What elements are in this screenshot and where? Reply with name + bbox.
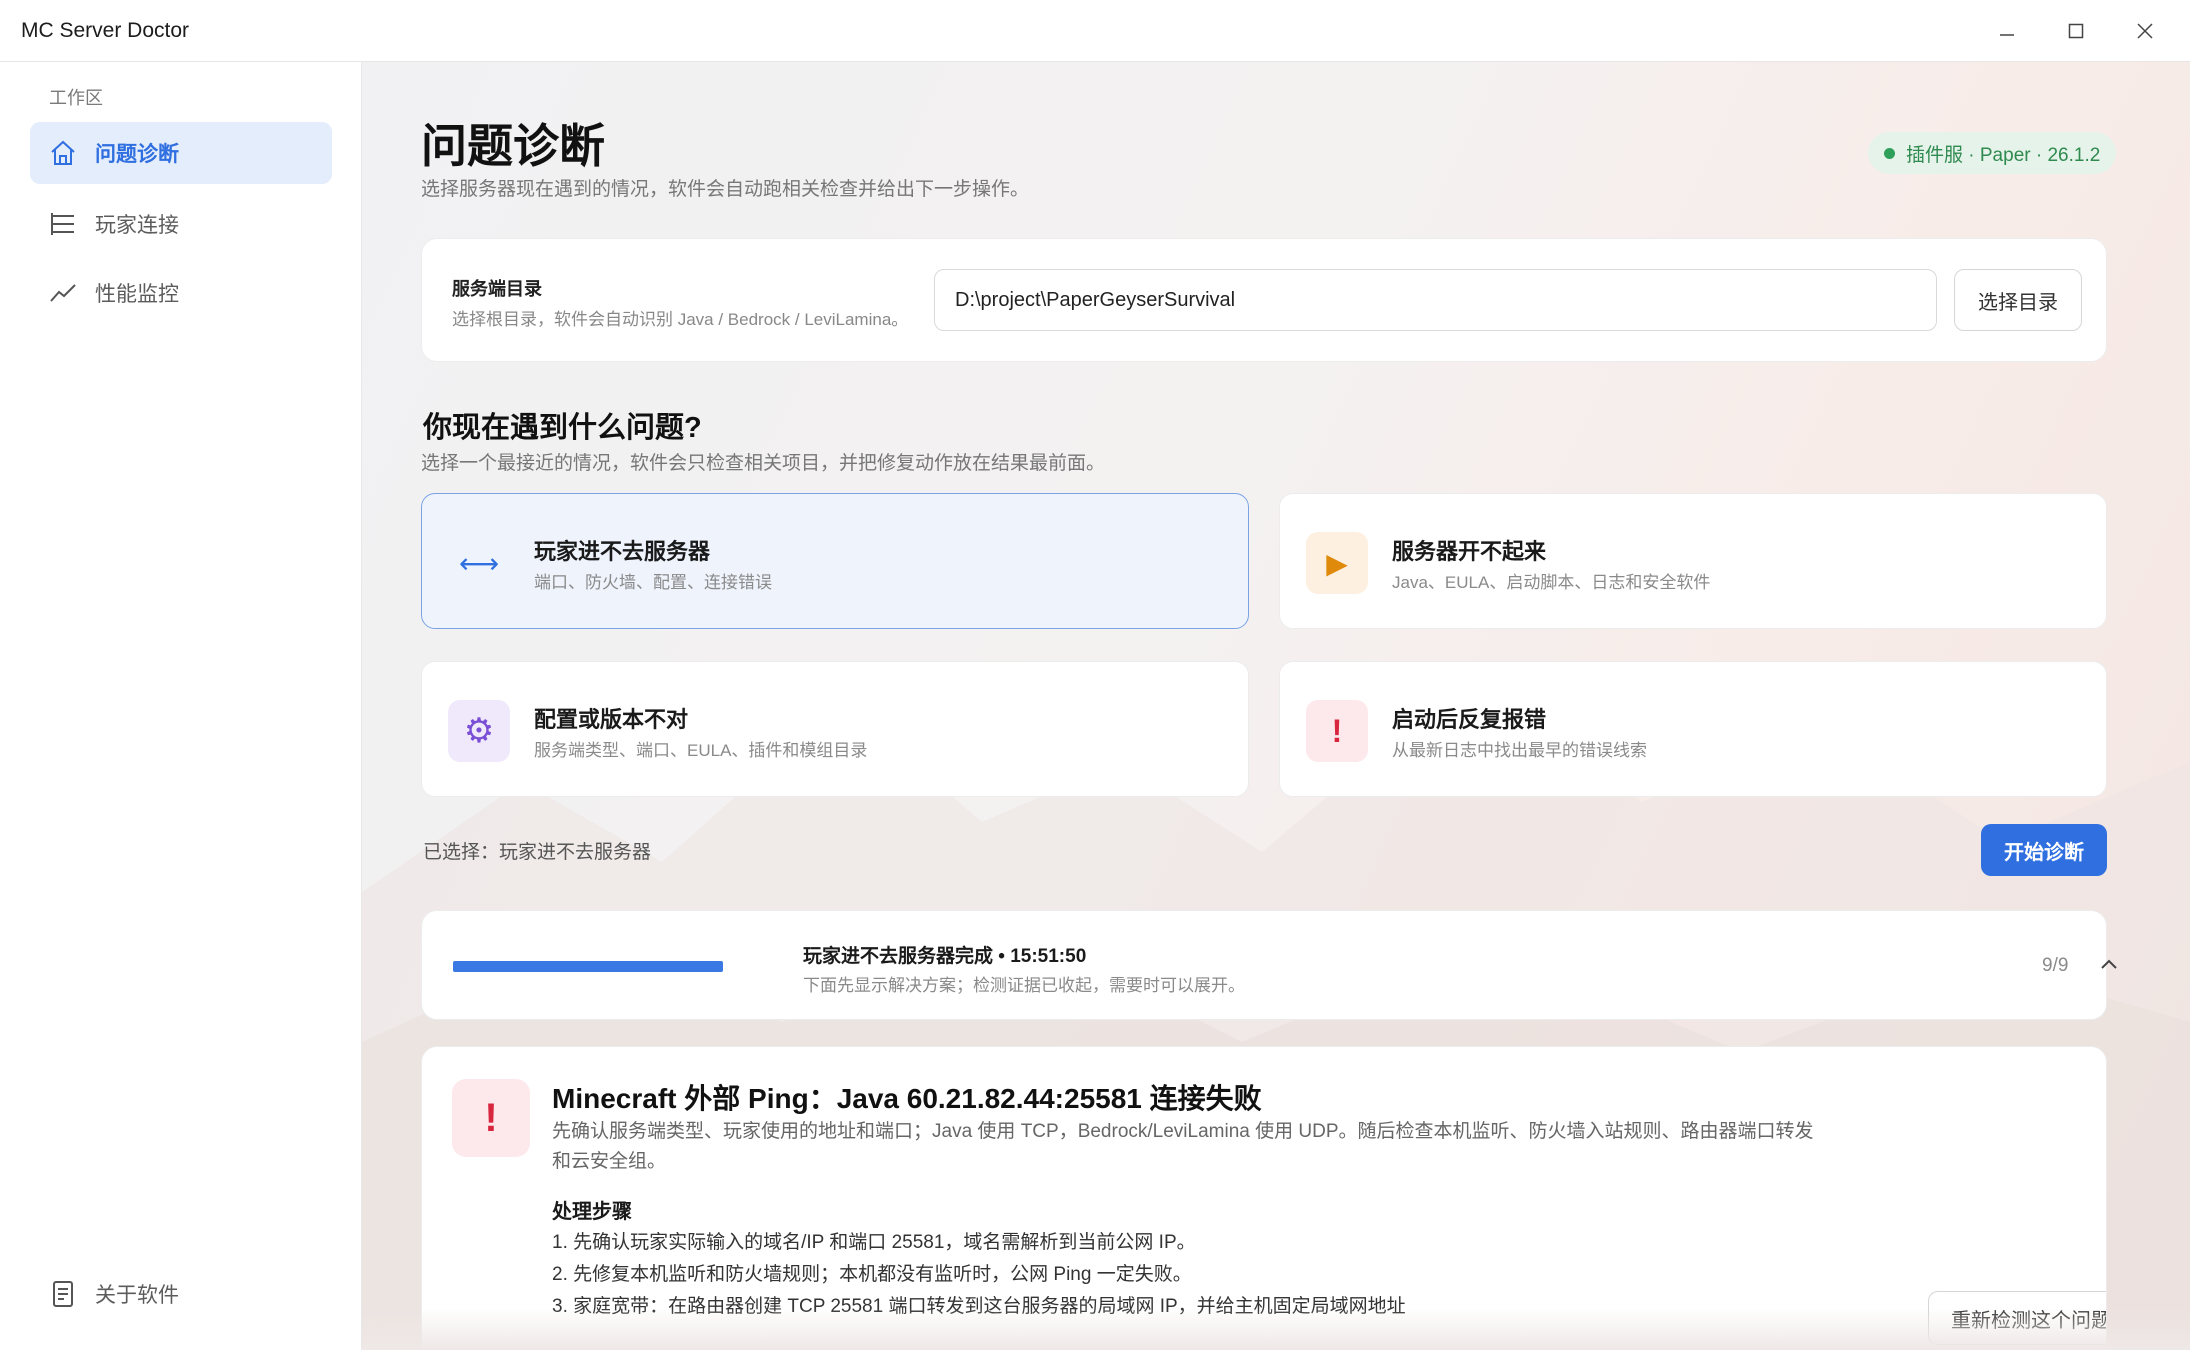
progress-bar [453,961,723,972]
collapse-button[interactable] [2099,957,2119,976]
problem-desc: 服务端类型、端口、EULA、插件和模组目录 [534,741,868,760]
alert-icon: ! [1306,700,1368,762]
problem-title: 配置或版本不对 [534,707,689,732]
close-button[interactable] [2110,0,2179,62]
problem-title: 玩家进不去服务器 [534,539,711,564]
sidebar-item-label: 关于软件 [95,1284,179,1307]
sidebar: 工作区 问题诊断 玩家连接 性能监控 关于软件 [0,62,362,1350]
problem-desc: 从最新日志中找出最早的错误线索 [1392,741,1647,760]
sidebar-item-about[interactable]: 关于软件 [30,1263,332,1325]
issue-result-card: ! Minecraft 外部 Ping：Java 60.21.82.44:255… [421,1046,2107,1350]
page-subtitle: 选择服务器现在遇到的情况，软件会自动跑相关检查并给出下一步操作。 [421,179,1030,200]
problem-card-wont-start[interactable]: ▶ 服务器开不起来 Java、EULA、启动脚本、日志和安全软件 [1279,493,2107,629]
problem-desc: 端口、防火墙、配置、连接错误 [534,573,772,592]
issue-desc: 先确认服务端类型、玩家使用的地址和端口；Java 使用 TCP，Bedrock/… [552,1121,1814,1172]
progress-count: 9/9 [2042,955,2069,976]
sidebar-item-player-connection[interactable]: 玩家连接 [30,193,332,255]
progress-desc: 下面先显示解决方案；检测证据已收起，需要时可以展开。 [803,976,1245,995]
sidebar-item-diagnose[interactable]: 问题诊断 [30,122,332,184]
step-item: 2. 先修复本机监听和防火墙规则；本机都没有监听时，公网 Ping 一定失败。 [552,1264,1192,1285]
steps-title: 处理步骤 [552,1201,632,1223]
maximize-icon [2068,23,2083,39]
sidebar-item-label: 问题诊断 [95,143,179,166]
maximize-button[interactable] [2041,0,2110,62]
list-icon [46,207,80,241]
chevron-up-icon [2101,959,2117,969]
sidebar-item-label: 性能监控 [95,283,179,306]
home-icon [46,136,80,170]
sidebar-item-performance[interactable]: 性能监控 [30,262,332,324]
minimize-button[interactable] [1972,0,2041,62]
server-type-badge: 插件服 · Paper · 26.1.2 [1868,132,2117,174]
problem-card-cannot-join[interactable]: ⟷ 玩家进不去服务器 端口、防火墙、配置、连接错误 [421,493,1249,629]
problem-card-config-version[interactable]: ⚙ 配置或版本不对 服务端类型、端口、EULA、插件和模组目录 [421,661,1249,797]
start-diagnosis-button[interactable]: 开始诊断 [1981,824,2107,876]
window-title: MC Server Doctor [21,18,190,42]
server-badge-label: 插件服 · Paper · 26.1.2 [1906,144,2101,166]
bottom-fade [362,1308,2190,1350]
play-icon: ▶ [1306,532,1368,594]
problem-title: 服务器开不起来 [1392,539,1547,564]
minimize-icon [1999,34,2014,36]
diagnosis-progress-card: 玩家进不去服务器完成 • 15:51:50 下面先显示解决方案；检测证据已收起，… [421,910,2117,1020]
arrows-icon: ⟷ [448,532,510,594]
selected-problem-text: 已选择：玩家进不去服务器 [423,842,652,863]
problem-title: 启动后反复报错 [1392,707,1547,732]
gear-icon: ⚙ [448,700,510,762]
progress-title: 玩家进不去服务器完成 • 15:51:50 [803,946,1087,967]
server-directory-hint: 选择根目录，软件会自动识别 Java / Bedrock / LeviLamin… [452,310,909,329]
choose-directory-button[interactable]: 选择目录 [1954,269,2082,331]
progress-bar-fill [453,961,723,972]
problems-section-title: 你现在遇到什么问题? [423,412,702,444]
server-directory-input[interactable]: D:\project\PaperGeyserSurvival [934,269,1937,331]
close-icon [2136,23,2153,39]
issue-title: Minecraft 外部 Ping：Java 60.21.82.44:25581… [552,1083,1262,1114]
sidebar-item-label: 玩家连接 [95,214,179,237]
document-icon [46,1277,80,1311]
server-directory-card: 服务端目录 选择根目录，软件会自动识别 Java / Bedrock / Lev… [421,238,2107,362]
status-dot-icon [1884,148,1895,159]
step-item: 1. 先确认玩家实际输入的域名/IP 和端口 25581，域名需解析到当前公网 … [552,1232,1196,1253]
problems-section-subtitle: 选择一个最接近的情况，软件会只检查相关项目，并把修复动作放在结果最前面。 [421,453,1106,474]
main-content: 问题诊断 选择服务器现在遇到的情况，软件会自动跑相关检查并给出下一步操作。 插件… [362,62,2190,1350]
trend-icon [46,276,80,310]
server-directory-label: 服务端目录 [452,279,542,299]
page-title: 问题诊断 [421,120,605,172]
alert-icon: ! [452,1079,530,1157]
title-bar: MC Server Doctor [0,0,2190,62]
problem-desc: Java、EULA、启动脚本、日志和安全软件 [1392,573,1711,592]
sidebar-section-label: 工作区 [49,88,103,108]
problem-card-repeated-errors[interactable]: ! 启动后反复报错 从最新日志中找出最早的错误线索 [1279,661,2107,797]
